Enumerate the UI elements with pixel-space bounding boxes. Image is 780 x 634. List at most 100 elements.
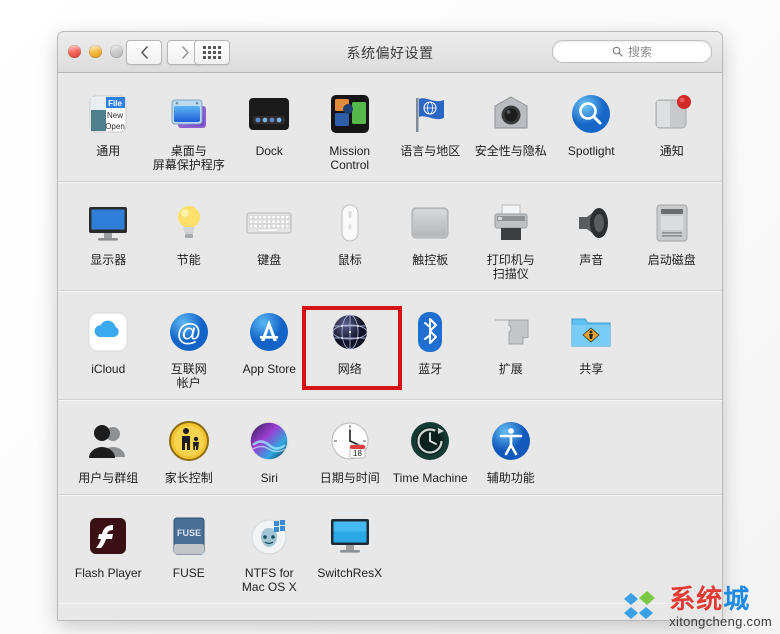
pane-switchresx[interactable]: SwitchResX: [310, 508, 391, 594]
pane-label: 启动磁盘: [647, 253, 696, 267]
search-icon: [612, 46, 623, 57]
pane-label: FUSE: [172, 566, 205, 580]
pane-label: 辅助功能: [486, 471, 535, 485]
screenshot-root: 系统偏好设置 搜索 File New Open 通用 桌面与 屏幕保护程序 Do…: [0, 0, 780, 634]
svg-text:FUSE: FUSE: [177, 528, 201, 538]
preference-panes-grid: File New Open 通用 桌面与 屏幕保护程序 Dock Mission…: [58, 73, 722, 620]
pane-row: iCloud @ 互联网 帐户 App Store 网络 蓝牙 扩展 共享: [58, 291, 722, 400]
pane-label: 通用: [96, 144, 121, 158]
pane-label: 语言与地区: [400, 144, 461, 158]
pane-app-store[interactable]: App Store: [229, 304, 310, 390]
extensions-icon: [487, 308, 535, 356]
pane-label: 显示器: [90, 253, 127, 267]
pane-users-groups[interactable]: 用户与群组: [68, 413, 149, 485]
pane-spotlight[interactable]: Spotlight: [551, 86, 632, 172]
pane-label: 打印机与 扫描仪: [486, 253, 535, 281]
pane-energy-saver[interactable]: 节能: [149, 195, 230, 281]
pane-language-region[interactable]: 语言与地区: [390, 86, 471, 172]
pane-label: SwitchResX: [317, 566, 383, 580]
watermark-cn: 系统城: [669, 586, 772, 612]
pane-label: Siri: [260, 471, 278, 485]
pane-flash-player[interactable]: Flash Player: [68, 508, 149, 594]
pane-label: App Store: [242, 362, 296, 376]
pane-label: 蓝牙: [418, 362, 443, 376]
pane-label: Dock: [255, 144, 283, 158]
pane-displays[interactable]: 显示器: [68, 195, 149, 281]
pane-desktop-screensaver[interactable]: 桌面与 屏幕保护程序: [149, 86, 230, 172]
flash-player-icon: [84, 512, 132, 560]
accessibility-icon: [487, 417, 535, 465]
pane-printers-scanners[interactable]: 打印机与 扫描仪: [471, 195, 552, 281]
pane-row: 显示器 节能 键盘 鼠标 触控板 打印机与 扫描仪 声音 启动磁盘: [58, 182, 722, 291]
pane-label: 日期与时间: [319, 471, 380, 485]
watermark-url: xitongcheng.com: [669, 614, 772, 629]
svg-text:18: 18: [353, 449, 362, 458]
pane-label: 网络: [337, 362, 362, 376]
siri-icon: [245, 417, 293, 465]
pane-label: 家长控制: [164, 471, 213, 485]
pane-trackpad[interactable]: 触控板: [390, 195, 471, 281]
pane-mouse[interactable]: 鼠标: [310, 195, 391, 281]
network-icon: [326, 308, 374, 356]
pane-startup-disk[interactable]: 启动磁盘: [632, 195, 713, 281]
pane-network[interactable]: 网络: [310, 304, 391, 390]
security-privacy-icon: [487, 90, 535, 138]
search-field[interactable]: 搜索: [552, 40, 712, 63]
general-icon: File New Open: [84, 90, 132, 138]
pane-label: 鼠标: [337, 253, 362, 267]
pane-keyboard[interactable]: 键盘: [229, 195, 310, 281]
window-titlebar: 系统偏好设置 搜索: [58, 32, 722, 73]
displays-icon: [84, 199, 132, 247]
date-time-icon: 18: [326, 417, 374, 465]
pane-sound[interactable]: 声音: [551, 195, 632, 281]
pane-label: 用户与群组: [78, 471, 139, 485]
pane-time-machine[interactable]: Time Machine: [390, 413, 471, 485]
pane-accessibility[interactable]: 辅助功能: [471, 413, 552, 485]
icloud-icon: [84, 308, 132, 356]
pane-label: Mission Control: [329, 144, 371, 172]
language-region-icon: [406, 90, 454, 138]
pane-security-privacy[interactable]: 安全性与隐私: [471, 86, 552, 172]
watermark: 系统城 xitongcheng.com: [622, 586, 772, 628]
startup-disk-icon: [648, 199, 696, 247]
pane-sharing[interactable]: 共享: [551, 304, 632, 390]
printers-scanners-icon: [487, 199, 535, 247]
pane-label: 扩展: [498, 362, 523, 376]
internet-accounts-icon: @: [165, 308, 213, 356]
pane-dock[interactable]: Dock: [229, 86, 310, 172]
desktop-screensaver-icon: [165, 90, 213, 138]
keyboard-icon: [245, 199, 293, 247]
pane-label: 共享: [579, 362, 604, 376]
pane-label: 节能: [176, 253, 201, 267]
sharing-icon: [567, 308, 615, 356]
time-machine-icon: [406, 417, 454, 465]
trackpad-icon: [406, 199, 454, 247]
app-store-icon: [245, 308, 293, 356]
sound-icon: [567, 199, 615, 247]
ntfs-icon: [245, 512, 293, 560]
pane-date-time[interactable]: 18 日期与时间: [310, 413, 391, 485]
svg-text:@: @: [176, 319, 201, 347]
watermark-text: 系统城 xitongcheng.com: [669, 586, 772, 628]
pane-label: 触控板: [412, 253, 449, 267]
pane-notifications[interactable]: 通知: [632, 86, 713, 172]
pane-icloud[interactable]: iCloud: [68, 304, 149, 390]
dock-icon: [245, 90, 293, 138]
pane-label: 安全性与隐私: [474, 144, 547, 158]
pane-extensions[interactable]: 扩展: [471, 304, 552, 390]
pane-siri[interactable]: Siri: [229, 413, 310, 485]
pane-parental-controls[interactable]: 家长控制: [149, 413, 230, 485]
pane-general[interactable]: File New Open 通用: [68, 86, 149, 172]
parental-controls-icon: [165, 417, 213, 465]
pane-ntfs[interactable]: NTFS for Mac OS X: [229, 508, 310, 594]
bluetooth-icon: [406, 308, 454, 356]
svg-text:File: File: [108, 99, 122, 108]
pane-label: NTFS for Mac OS X: [241, 566, 297, 594]
pane-mission-control[interactable]: Mission Control: [310, 86, 391, 172]
search-placeholder: 搜索: [627, 45, 652, 59]
pane-internet-accounts[interactable]: @ 互联网 帐户: [149, 304, 230, 390]
pane-fuse[interactable]: FUSE FUSE: [149, 508, 230, 594]
pane-bluetooth[interactable]: 蓝牙: [390, 304, 471, 390]
mouse-icon: [326, 199, 374, 247]
watermark-cn-blue: 城: [723, 584, 751, 614]
